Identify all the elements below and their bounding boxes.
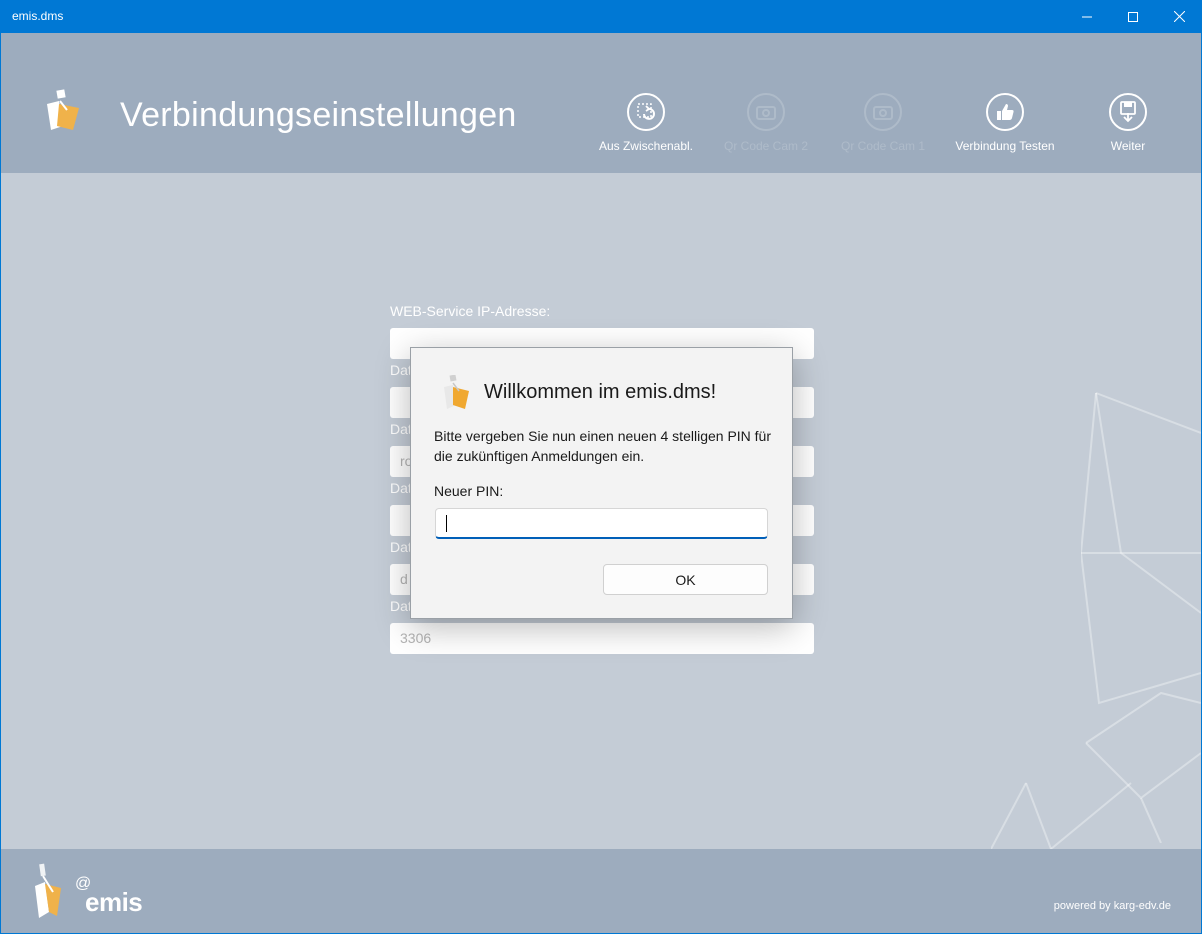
modal-overlay: Willkommen im emis.dms! Bitte vergeben S… xyxy=(0,0,1202,934)
ok-button[interactable]: OK xyxy=(603,564,768,595)
pin-input[interactable] xyxy=(435,508,768,539)
pin-label: Neuer PIN: xyxy=(434,483,504,499)
dialog-logo-icon xyxy=(441,374,473,416)
dialog-title: Willkommen im emis.dms! xyxy=(484,381,717,403)
pin-dialog: Willkommen im emis.dms! Bitte vergeben S… xyxy=(410,347,793,619)
dialog-message: Bitte vergeben Sie nun einen neuen 4 ste… xyxy=(434,428,772,464)
text-caret xyxy=(446,515,447,532)
